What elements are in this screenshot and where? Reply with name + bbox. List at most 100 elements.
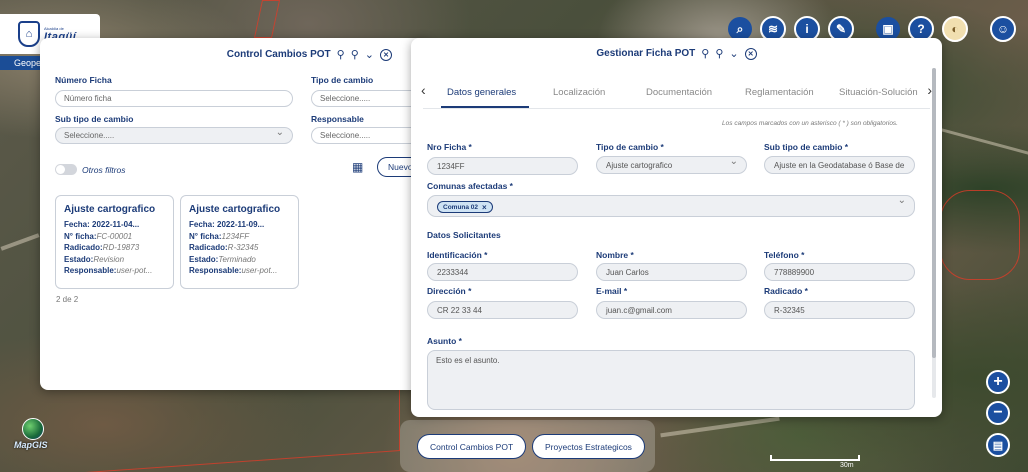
direccion-input[interactable]: CR 22 33 44 bbox=[427, 301, 578, 319]
ficha-card[interactable]: Ajuste cartografico Fecha: 2022-11-09...… bbox=[180, 195, 299, 289]
unpin-icon[interactable]: ⚲ bbox=[351, 48, 359, 61]
email-input[interactable]: juan.c@gmail.com bbox=[596, 301, 747, 319]
radicado-input[interactable]: R-32345 bbox=[764, 301, 915, 319]
tab-reglamentacion[interactable]: Reglamentación bbox=[745, 87, 814, 98]
sub-tipo-label: Sub tipo de cambio bbox=[55, 114, 134, 124]
sub-tipo-select[interactable]: Seleccione..... bbox=[55, 127, 293, 144]
identificacion-label: Identificación * bbox=[427, 250, 488, 260]
card-ficha: 1234FF bbox=[221, 231, 250, 241]
card-responsable: user-pot... bbox=[241, 266, 278, 275]
pagination-text: 2 de 2 bbox=[56, 295, 79, 304]
telefono-label: Teléfono * bbox=[764, 250, 805, 260]
card-title: Ajuste cartografico bbox=[189, 204, 281, 215]
tab-divider bbox=[423, 108, 930, 109]
tab-datos-generales[interactable]: Datos generales bbox=[447, 87, 516, 98]
mapgis-text: MapGIS bbox=[14, 440, 48, 450]
otros-filtros-label: Otros filtros bbox=[82, 165, 126, 175]
card-responsable-label: Responsable: bbox=[64, 266, 117, 275]
tipo-cambio-label: Tipo de cambio bbox=[311, 75, 374, 85]
card-fecha-label: Fecha: bbox=[64, 220, 90, 229]
nro-ficha-label: Nro Ficha * bbox=[427, 142, 472, 152]
card-estado: Revision bbox=[93, 254, 125, 264]
mapgis-logo: MapGIS bbox=[14, 418, 52, 450]
nombre-input[interactable]: Juan Carlos bbox=[596, 263, 747, 281]
globe-icon bbox=[22, 418, 44, 440]
sub-tipo-select[interactable]: Ajuste en la Geodatabase ó Base de bbox=[764, 156, 915, 174]
asunto-label: Asunto * bbox=[427, 336, 462, 346]
asunto-textarea[interactable]: Esto es el asunto. bbox=[427, 350, 915, 410]
card-estado-label: Estado: bbox=[64, 254, 94, 264]
responsable-label: Responsable bbox=[311, 114, 364, 124]
card-radicado-label: Radicado: bbox=[64, 243, 103, 252]
numero-ficha-label: Número Ficha bbox=[55, 75, 112, 85]
card-estado: Terminado bbox=[218, 254, 256, 264]
identificacion-input[interactable]: 2233344 bbox=[427, 263, 578, 281]
card-estado-label: Estado: bbox=[189, 254, 219, 264]
control-cambios-button[interactable]: Control Cambios POT bbox=[417, 434, 527, 459]
nombre-label: Nombre * bbox=[596, 250, 634, 260]
pin-icon[interactable]: ⚲ bbox=[701, 47, 709, 60]
card-fecha: 2022-11-09... bbox=[217, 220, 265, 229]
gestionar-ficha-panel: Gestionar Ficha POT ⚲ ⚲ ⌄ ✕ ‹ Datos gene… bbox=[411, 38, 942, 417]
control-cambios-panel: Control Cambios POT ⚲ ⚲ ⌄ ✕ Número Ficha… bbox=[40, 38, 430, 390]
direccion-label: Dirección * bbox=[427, 286, 472, 296]
chevron-down-icon[interactable]: ⌄ bbox=[729, 47, 738, 60]
scrollbar[interactable] bbox=[932, 68, 936, 398]
legend-icon[interactable]: ▤ bbox=[986, 433, 1010, 457]
solicitantes-title: Datos Solicitantes bbox=[427, 230, 501, 240]
unpin-icon[interactable]: ⚲ bbox=[715, 47, 723, 60]
scale-bar bbox=[770, 455, 860, 461]
email-label: E-mail * bbox=[596, 286, 628, 296]
card-ficha: FC-00001 bbox=[96, 231, 133, 241]
comunas-multiselect[interactable]: Comuna 02 × bbox=[427, 195, 915, 217]
remove-chip-icon[interactable]: × bbox=[482, 203, 487, 212]
card-radicado: R-32345 bbox=[227, 243, 259, 252]
map-boundary-line bbox=[940, 190, 1020, 280]
panel-title: Control Cambios POT bbox=[226, 49, 331, 60]
pin-icon[interactable]: ⚲ bbox=[337, 48, 345, 61]
scrollbar-thumb[interactable] bbox=[932, 68, 936, 358]
tipo-cambio-select[interactable]: Ajuste cartografico bbox=[596, 156, 747, 174]
close-icon[interactable]: ✕ bbox=[380, 48, 392, 61]
chip-label: Comuna 02 bbox=[443, 203, 479, 211]
card-ficha-label: N° ficha: bbox=[189, 231, 222, 241]
sub-tipo-label: Sub tipo de cambio * bbox=[764, 142, 849, 152]
close-icon[interactable]: ✕ bbox=[744, 47, 757, 60]
comunas-label: Comunas afectadas * bbox=[427, 181, 513, 191]
panel-title: Gestionar Ficha POT bbox=[596, 48, 696, 59]
tab-localizacion[interactable]: Localización bbox=[553, 87, 605, 98]
card-title: Ajuste cartografico bbox=[64, 204, 156, 215]
card-fecha: 2022-11-04... bbox=[92, 220, 140, 229]
proyectos-estrategicos-button[interactable]: Proyectos Estrategicos bbox=[532, 434, 645, 459]
card-fecha-label: Fecha: bbox=[189, 220, 215, 229]
active-tab-indicator bbox=[441, 106, 529, 108]
required-fields-note: Los campos marcados con un asterisco ( *… bbox=[722, 120, 898, 127]
tab-documentacion[interactable]: Documentación bbox=[646, 87, 712, 98]
comuna-chip[interactable]: Comuna 02 × bbox=[437, 201, 493, 213]
chevron-left-icon[interactable]: ‹ bbox=[421, 82, 426, 98]
zoom-out-icon[interactable]: − bbox=[986, 401, 1010, 425]
tab-situacion-solucion[interactable]: Situación-Solución bbox=[839, 87, 918, 98]
telefono-input[interactable]: 778889900 bbox=[764, 263, 915, 281]
chevron-down-icon[interactable]: ⌄ bbox=[365, 48, 374, 61]
basemap-icon[interactable]: ◐ bbox=[942, 16, 968, 42]
scale-label: 30m bbox=[840, 462, 854, 469]
tipo-cambio-select[interactable]: Seleccione..... bbox=[311, 90, 421, 107]
shield-emblem-icon: ⌂ bbox=[18, 21, 40, 47]
card-radicado: RD-19873 bbox=[102, 243, 140, 252]
zoom-in-icon[interactable]: + bbox=[986, 370, 1010, 394]
numero-ficha-input[interactable]: Número ficha bbox=[55, 90, 293, 107]
ficha-card[interactable]: Ajuste cartografico Fecha: 2022-11-04...… bbox=[55, 195, 174, 289]
card-responsable-label: Responsable: bbox=[189, 266, 242, 275]
card-responsable: user-pot... bbox=[116, 266, 153, 275]
card-radicado-label: Radicado: bbox=[189, 243, 228, 252]
card-ficha-label: N° ficha: bbox=[64, 231, 97, 241]
otros-filtros-toggle[interactable] bbox=[55, 164, 77, 175]
nro-ficha-input[interactable]: 1234FF bbox=[427, 157, 578, 175]
tab-bar: ‹ Datos generales Localización Documenta… bbox=[421, 82, 932, 109]
tipo-cambio-label: Tipo de cambio * bbox=[596, 142, 664, 152]
geoportal-tab[interactable]: Geope bbox=[0, 56, 44, 70]
responsable-select[interactable]: Seleccione..... bbox=[311, 127, 421, 144]
grid-view-icon[interactable]: ▦ bbox=[352, 160, 363, 174]
user-icon[interactable]: ☺ bbox=[990, 16, 1016, 42]
